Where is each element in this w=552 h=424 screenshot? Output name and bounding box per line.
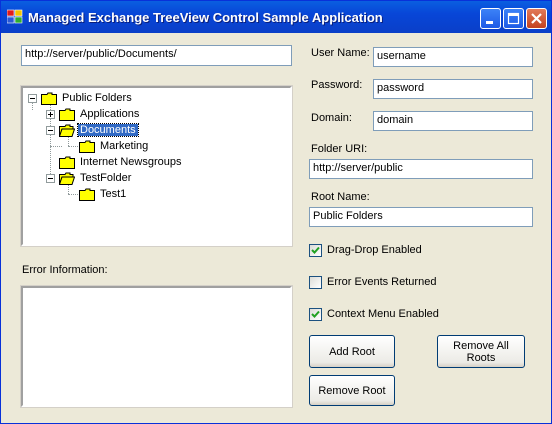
tree-node-label: Internet Newsgroups: [80, 156, 182, 168]
minimize-icon: [486, 21, 493, 24]
context-menu-label[interactable]: Context Menu Enabled: [327, 308, 439, 320]
username-value: username: [377, 50, 426, 62]
error-events-checkbox[interactable]: [309, 276, 322, 289]
maximize-icon: [507, 12, 520, 25]
expand-icon[interactable]: [46, 110, 55, 119]
tree-connector: [50, 146, 62, 148]
maximize-button[interactable]: [503, 8, 524, 29]
remove-all-roots-label-line2: Roots: [466, 351, 496, 364]
tree-node-applications[interactable]: Applications: [59, 106, 141, 122]
tree-node-label: Applications: [80, 108, 140, 120]
folder-icon: [59, 108, 75, 121]
drag-drop-checkbox[interactable]: [309, 244, 322, 257]
address-input[interactable]: http://server/public/Documents/: [21, 45, 292, 66]
address-value: http://server/public/Documents/: [25, 48, 177, 60]
username-input[interactable]: username: [373, 47, 533, 67]
remove-all-roots-label-line1: Remove All: [453, 339, 509, 352]
add-root-label: Add Root: [329, 345, 375, 358]
close-button[interactable]: [526, 8, 547, 29]
error-events-label[interactable]: Error Events Returned: [327, 276, 436, 288]
folder-tree[interactable]: Public Folders Applications Documents Ma…: [20, 85, 293, 247]
tree-node-label: TestFolder: [80, 172, 132, 184]
open-folder-icon: [59, 124, 75, 137]
add-root-button[interactable]: Add Root: [309, 335, 395, 368]
tree-node-label: Marketing: [100, 140, 149, 152]
app-icon: [7, 9, 23, 24]
minimize-button[interactable]: [480, 8, 501, 29]
password-input[interactable]: password: [373, 79, 533, 99]
remove-root-label: Remove Root: [318, 384, 386, 397]
root-name-label: Root Name:: [311, 191, 370, 203]
tree-node-testfolder[interactable]: TestFolder: [59, 170, 133, 186]
close-icon: [531, 13, 542, 24]
tree-node-label: Test1: [100, 188, 127, 200]
open-folder-icon: [59, 172, 75, 185]
error-information-box[interactable]: [20, 285, 293, 408]
folder-icon: [79, 188, 95, 201]
username-label: User Name:: [311, 47, 370, 59]
checkmark-icon: [311, 246, 320, 254]
folder-uri-label: Folder URI:: [311, 143, 368, 155]
main-window: Managed Exchange TreeView Control Sample…: [0, 0, 552, 424]
error-information-label: Error Information:: [22, 264, 108, 276]
tree-node-test1[interactable]: Test1: [79, 186, 128, 202]
folder-icon: [59, 156, 75, 169]
domain-label: Domain:: [311, 112, 352, 124]
tree-node-internet-newsgroups[interactable]: Internet Newsgroups: [59, 154, 184, 170]
root-name-value: Public Folders: [313, 210, 383, 222]
tree-node-public-folders[interactable]: Public Folders: [41, 90, 134, 106]
folder-uri-input[interactable]: http://server/public: [309, 159, 533, 179]
tree-node-documents[interactable]: Documents: [59, 122, 139, 138]
domain-input[interactable]: domain: [373, 111, 533, 131]
drag-drop-label[interactable]: Drag-Drop Enabled: [327, 244, 422, 256]
tree-node-label: Documents: [77, 123, 139, 137]
password-value: password: [377, 82, 425, 94]
remove-root-button[interactable]: Remove Root: [309, 375, 395, 406]
window-title: Managed Exchange TreeView Control Sample…: [28, 10, 383, 25]
domain-value: domain: [377, 114, 414, 126]
tree-node-marketing[interactable]: Marketing: [79, 138, 150, 154]
folder-icon: [41, 92, 57, 105]
collapse-icon[interactable]: [28, 94, 37, 103]
password-label: Password:: [311, 79, 363, 91]
collapse-icon[interactable]: [46, 126, 55, 135]
title-bar[interactable]: Managed Exchange TreeView Control Sample…: [1, 1, 551, 33]
folder-icon: [79, 140, 95, 153]
collapse-icon[interactable]: [46, 174, 55, 183]
context-menu-checkbox[interactable]: [309, 308, 322, 321]
tree-node-label: Public Folders: [62, 92, 132, 104]
remove-all-roots-button[interactable]: Remove All Roots: [437, 335, 525, 368]
checkmark-icon: [311, 310, 320, 318]
folder-uri-value: http://server/public: [313, 162, 403, 174]
root-name-input[interactable]: Public Folders: [309, 207, 533, 227]
